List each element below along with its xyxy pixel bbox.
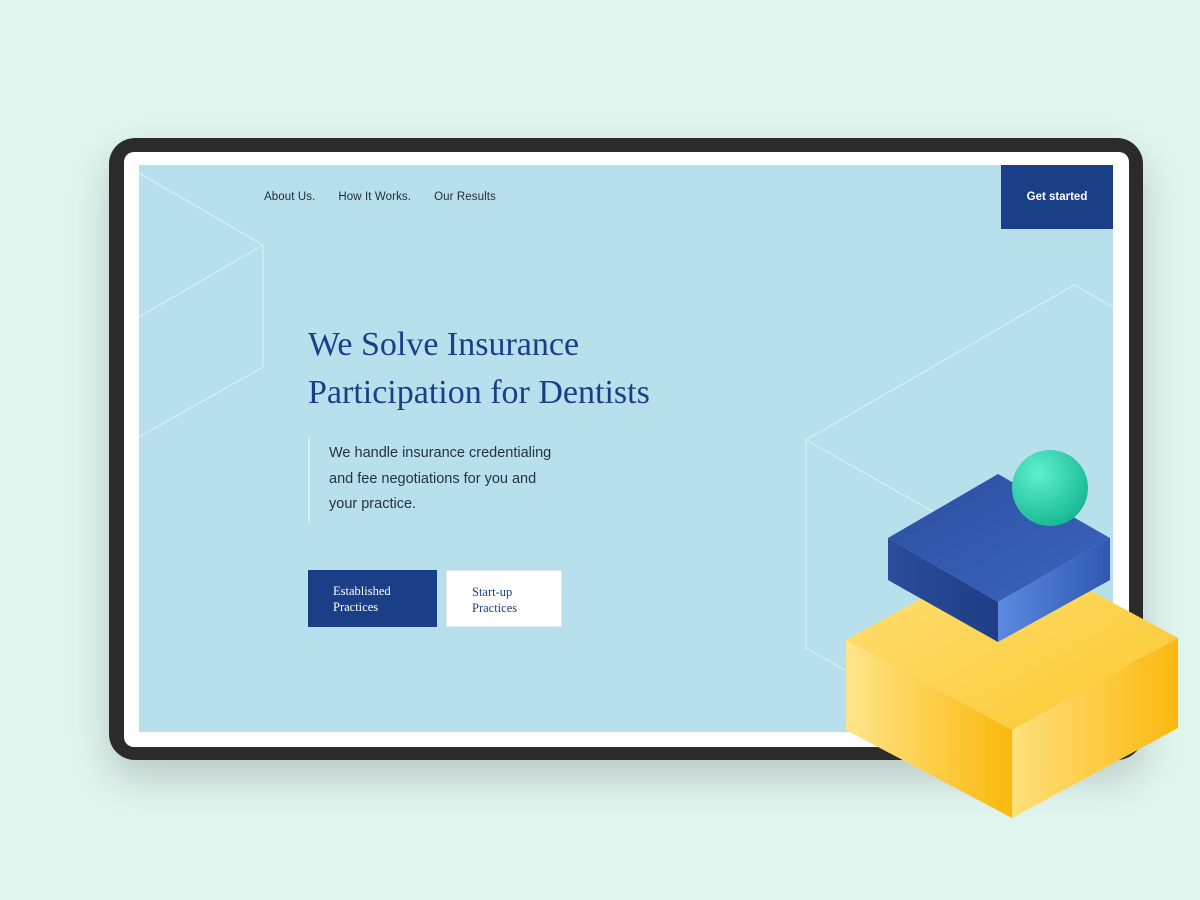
hero-title: We Solve Insurance Participation for Den… xyxy=(308,321,728,417)
established-practices-label-1: Established xyxy=(333,584,391,598)
hero-title-line-2: Participation for Dentists xyxy=(308,374,650,411)
established-practices-label-2: Practices xyxy=(333,600,379,614)
established-practices-button[interactable]: Established Practices xyxy=(308,570,437,627)
startup-practices-button[interactable]: Start-up Practices xyxy=(446,570,562,627)
hero-description-line-1: We handle insurance credentialing xyxy=(329,445,552,461)
hero-description-line-2: and fee negotiations for you and xyxy=(329,470,537,487)
nav-how-it-works[interactable]: How It Works. xyxy=(338,191,411,203)
nav-about-us[interactable]: About Us. xyxy=(264,191,315,203)
hero-description-line-3: your practice. xyxy=(329,496,417,512)
hero-title-line-1: We Solve Insurance xyxy=(308,326,580,363)
startup-practices-label-2: Practices xyxy=(472,601,518,615)
hero-description: We handle insurance credentialing and fe… xyxy=(308,437,558,523)
background-hexagon-lines xyxy=(139,172,1113,679)
get-started-button[interactable]: Get started xyxy=(1001,165,1113,229)
top-navigation: About Us. How It Works. Our Results xyxy=(264,191,496,203)
startup-practices-label-1: Start-up xyxy=(472,585,513,599)
website-viewport: About Us. How It Works. Our Results Get … xyxy=(139,165,1113,732)
nav-our-results[interactable]: Our Results xyxy=(434,191,496,203)
